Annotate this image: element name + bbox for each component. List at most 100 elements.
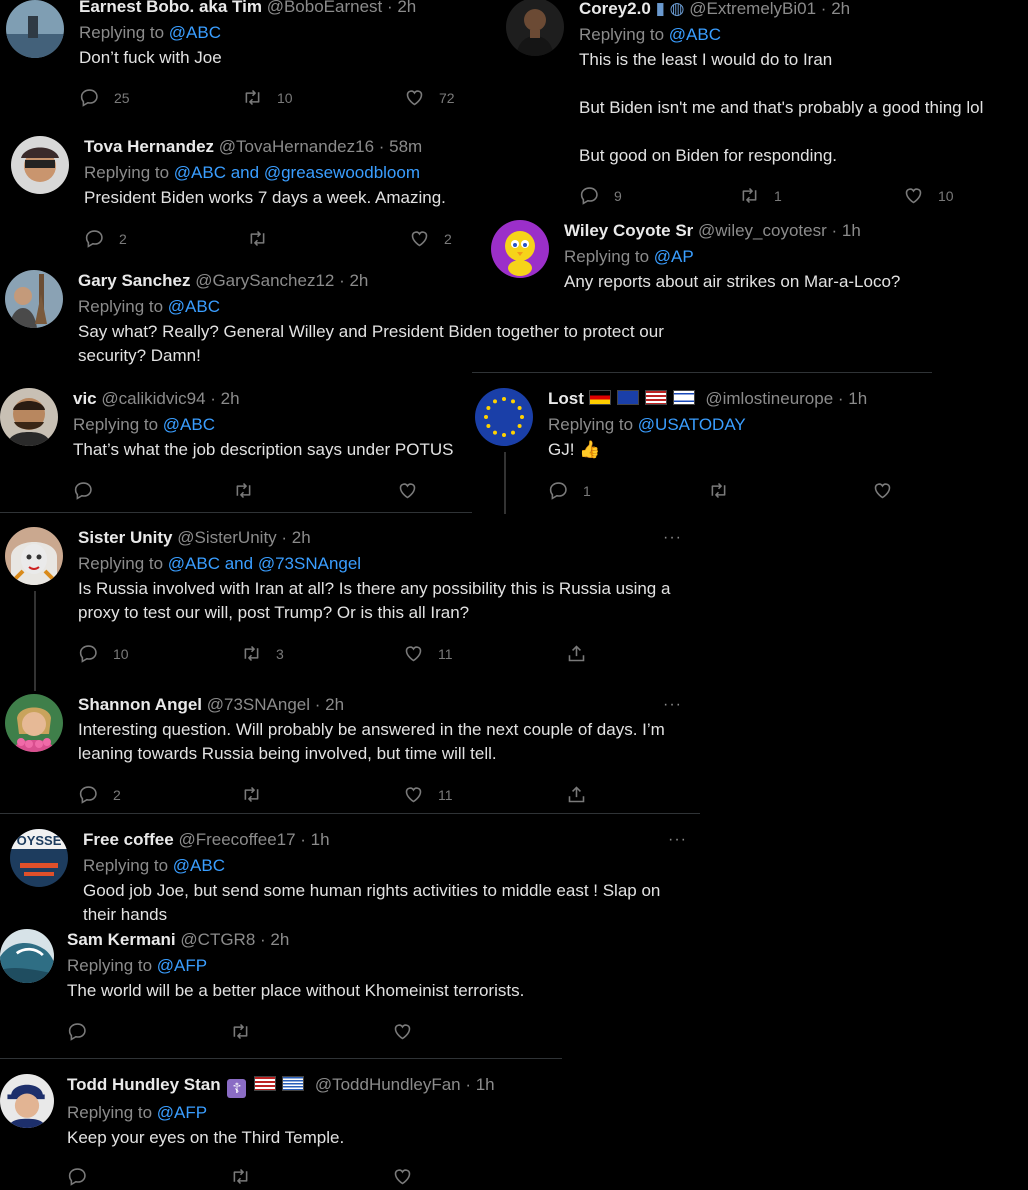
author-name[interactable]: Lost [548, 389, 584, 408]
reply-mention[interactable]: @ABC [669, 25, 721, 44]
reply-icon [67, 1166, 88, 1187]
like-button[interactable]: 11 [403, 784, 453, 805]
reply-button[interactable] [67, 1166, 88, 1187]
author-name[interactable]: Wiley Coyote Sr [564, 221, 693, 240]
avatar[interactable] [506, 0, 564, 56]
avatar[interactable]: OYSSE [10, 829, 68, 887]
tweet-text: Keep your eyes on the Third Temple. [67, 1128, 345, 1147]
author-name[interactable]: Tova Hernandez [84, 137, 214, 156]
author-handle: @BoboEarnest · 2h [266, 0, 417, 16]
retweet-button[interactable] [233, 480, 254, 501]
reply-button[interactable]: 9 [579, 185, 622, 206]
author-name[interactable]: Sister Unity [78, 528, 172, 547]
retweet-button[interactable] [230, 1021, 251, 1042]
reply-mention[interactable]: @AP [654, 247, 694, 266]
more-options-button[interactable]: ··· [663, 696, 682, 714]
reply-mention[interactable]: @AFP [157, 956, 207, 975]
us-flag-icon [644, 390, 667, 405]
retweet-button[interactable] [247, 228, 268, 249]
author-handle: @TovaHernandez16 · 58m [218, 137, 423, 156]
author-name[interactable]: Sam Kermani [67, 930, 176, 949]
tweet-text: That’s what the job description says und… [73, 440, 454, 459]
reply-mention[interactable]: @ABC [163, 415, 215, 434]
retweet-button[interactable] [708, 480, 729, 501]
author-handle: @SisterUnity · 2h [177, 528, 311, 547]
author-name[interactable]: Earnest Bobo. aka Tim [79, 0, 262, 16]
avatar[interactable] [6, 0, 64, 58]
retweet-count: 3 [276, 645, 284, 662]
thread-line [34, 591, 36, 691]
share-button[interactable] [566, 643, 587, 664]
avatar[interactable] [0, 1074, 54, 1128]
author-name[interactable]: Gary Sanchez [78, 271, 190, 290]
author-name[interactable]: Shannon Angel [78, 695, 202, 714]
avatar[interactable] [5, 694, 63, 752]
reply-button[interactable]: 2 [78, 784, 121, 805]
retweet-button[interactable] [241, 784, 262, 805]
author-handle: @GarySanchez12 · 2h [195, 271, 369, 290]
reply-mention[interactable]: @ABC and @73SNAngel [168, 554, 361, 573]
author-name[interactable]: Free coffee [83, 830, 174, 849]
share-icon [566, 784, 587, 805]
tweet-text-line: This is the least I would do to Iran [579, 50, 833, 69]
tweet-text: The world will be a better place without… [67, 981, 525, 1000]
avatar[interactable] [5, 270, 63, 328]
like-button[interactable]: 2 [409, 228, 452, 249]
avatar[interactable] [11, 136, 69, 194]
avatar[interactable] [5, 527, 63, 585]
reply-button[interactable]: 25 [79, 87, 130, 108]
reply-mention[interactable]: @ABC [169, 23, 221, 42]
avatar[interactable] [0, 929, 54, 983]
eu-flag-icon [616, 390, 639, 405]
reply-button[interactable] [67, 1021, 88, 1042]
replying-label: Replying to [67, 956, 153, 975]
reply-icon [548, 480, 569, 501]
like-button[interactable] [392, 1166, 413, 1187]
like-icon [392, 1166, 413, 1187]
author-name[interactable]: Corey2.0 [579, 0, 651, 18]
retweet-button[interactable]: 1 [739, 185, 782, 206]
reply-mention[interactable]: @ABC [168, 297, 220, 316]
like-button[interactable] [872, 480, 893, 501]
reply-mention[interactable]: @ABC and @greasewoodbloom [174, 163, 420, 182]
retweet-button[interactable]: 10 [242, 87, 293, 108]
reply-icon [79, 87, 100, 108]
like-button[interactable] [397, 480, 418, 501]
retweet-button[interactable] [230, 1166, 251, 1187]
like-button[interactable]: 11 [403, 643, 453, 664]
like-icon [397, 480, 418, 501]
reply-mention[interactable]: @AFP [157, 1103, 207, 1122]
replying-label: Replying to [78, 297, 164, 316]
divider [472, 372, 932, 373]
author-handle: @calikidvic94 · 2h [101, 389, 240, 408]
tweet-text: Don’t fuck with Joe [79, 48, 222, 67]
retweet-icon [247, 228, 268, 249]
author-name[interactable]: vic [73, 389, 97, 408]
reply-mention[interactable]: @USATODAY [638, 415, 746, 434]
like-button[interactable]: 72 [404, 87, 455, 108]
more-options-button[interactable]: ··· [668, 831, 687, 849]
like-icon [392, 1021, 413, 1042]
share-button[interactable] [566, 784, 587, 805]
reply-button[interactable]: 2 [84, 228, 127, 249]
like-icon [403, 784, 424, 805]
divider [0, 813, 700, 814]
like-button[interactable]: 10 [903, 185, 954, 206]
like-button[interactable] [392, 1021, 413, 1042]
replying-label: Replying to [73, 415, 159, 434]
author-handle: @imlostineurope · 1h [705, 389, 868, 408]
reply-button[interactable] [73, 480, 94, 501]
divider [0, 1058, 562, 1059]
reply-button[interactable]: 1 [548, 480, 591, 501]
avatar[interactable] [0, 388, 58, 446]
author-name[interactable]: Todd Hundley Stan [67, 1075, 221, 1094]
reply-count: 9 [614, 187, 622, 204]
retweet-button[interactable]: 3 [241, 643, 284, 664]
reply-icon [84, 228, 105, 249]
reply-count: 10 [113, 645, 129, 662]
reply-button[interactable]: 10 [78, 643, 129, 664]
reply-mention[interactable]: @ABC [173, 856, 225, 875]
avatar[interactable] [475, 388, 533, 446]
more-options-button[interactable]: ··· [663, 529, 682, 547]
author-handle: @CTGR8 · 2h [180, 930, 290, 949]
